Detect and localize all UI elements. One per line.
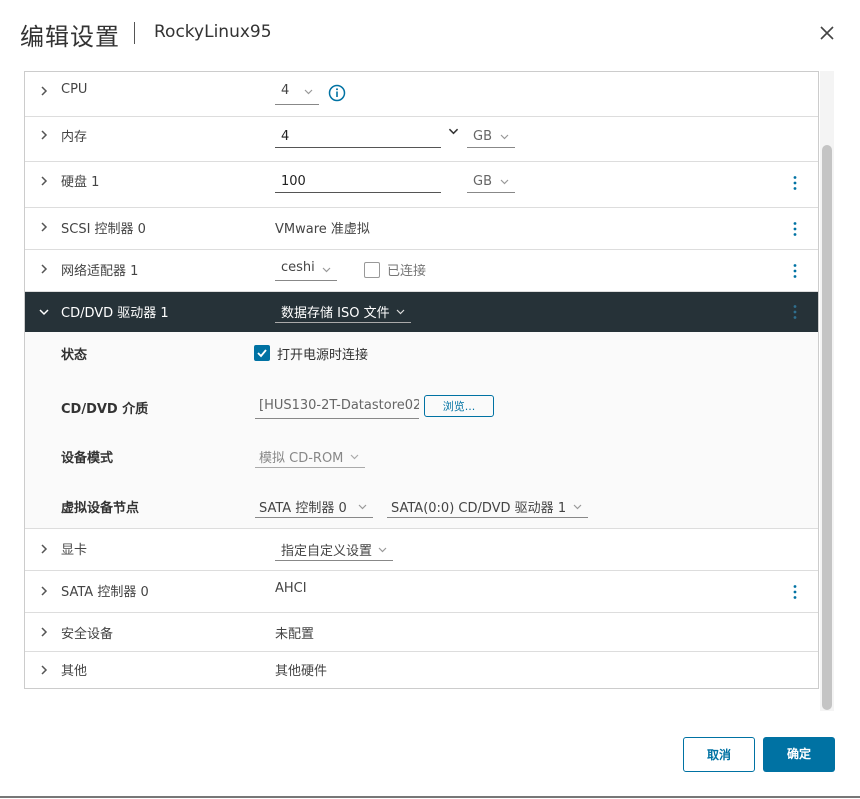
- scsi-label: SCSI 控制器 0: [61, 222, 146, 237]
- title-divider: [134, 22, 135, 44]
- vm-name: RockyLinux95: [154, 22, 272, 42]
- cdrom-row[interactable]: CD/DVD 驱动器 1 数据存储 ISO 文件: [25, 292, 818, 332]
- chevron-down-icon: [304, 89, 313, 95]
- dialog-title: 编辑设置: [20, 23, 120, 51]
- security-devices-value: 未配置: [275, 627, 315, 642]
- chevron-down-icon: [500, 134, 509, 140]
- network-adapter-label: 网络适配器 1: [61, 264, 139, 279]
- scsi-row: SCSI 控制器 0 VMware 准虚拟: [25, 207, 818, 250]
- browse-button[interactable]: 浏览...: [424, 395, 494, 417]
- chevron-right-icon[interactable]: [39, 222, 49, 232]
- cpu-row: CPU 4: [25, 72, 818, 117]
- chevron-down-icon[interactable]: [448, 128, 459, 135]
- power-on-connect-label: 打开电源时连接: [277, 348, 369, 363]
- info-icon[interactable]: [328, 84, 346, 102]
- memory-input[interactable]: 4: [275, 125, 441, 148]
- more-actions-icon[interactable]: [791, 304, 799, 320]
- more-actions-icon[interactable]: [791, 175, 799, 191]
- chevron-right-icon[interactable]: [39, 544, 49, 554]
- scsi-value: VMware 准虚拟: [275, 222, 370, 237]
- disk-label: 硬盘 1: [61, 175, 100, 190]
- ok-button[interactable]: 确定: [763, 737, 835, 772]
- chevron-right-icon[interactable]: [39, 86, 49, 96]
- chevron-down-icon: [358, 504, 367, 510]
- security-devices-label: 安全设备: [61, 627, 114, 642]
- more-actions-icon[interactable]: [791, 584, 799, 600]
- video-card-row: 显卡 指定自定义设置: [25, 529, 818, 571]
- edit-settings-dialog: 编辑设置 RockyLinux95 CPU 4 内存 4 GB 硬盘 1 100…: [0, 0, 860, 798]
- cancel-button[interactable]: 取消: [683, 737, 755, 772]
- disk-row: 硬盘 1 100 GB: [25, 161, 818, 208]
- memory-row: 内存 4 GB: [25, 116, 818, 162]
- chevron-down-icon: [350, 454, 359, 460]
- disk-unit-select[interactable]: GB: [467, 170, 515, 193]
- chevron-right-icon[interactable]: [39, 130, 49, 140]
- more-actions-icon[interactable]: [791, 221, 799, 237]
- connected-checkbox[interactable]: [364, 262, 380, 278]
- node-controller-select[interactable]: SATA 控制器 0: [255, 493, 373, 518]
- connected-label: 已连接: [387, 264, 427, 279]
- device-mode-label: 设备模式: [61, 451, 114, 466]
- memory-label: 内存: [61, 130, 88, 145]
- media-path-field[interactable]: [HUS130-2T-Datastore02: [255, 396, 419, 419]
- power-on-connect-checkbox[interactable]: [254, 345, 270, 361]
- chevron-down-icon: [573, 504, 582, 510]
- sata-controller-label: SATA 控制器 0: [61, 585, 149, 600]
- network-select[interactable]: ceshi: [275, 257, 337, 281]
- sata-controller-row: SATA 控制器 0 AHCI: [25, 571, 818, 613]
- chevron-down-icon: [378, 547, 387, 553]
- cdrom-label: CD/DVD 驱动器 1: [61, 306, 169, 321]
- scrollbar-thumb[interactable]: [822, 145, 832, 710]
- network-adapter-row: 网络适配器 1 ceshi 已连接: [25, 249, 818, 292]
- more-actions-icon[interactable]: [791, 263, 799, 279]
- security-devices-row: 安全设备 未配置: [25, 613, 818, 652]
- chevron-right-icon[interactable]: [39, 586, 49, 596]
- chevron-right-icon[interactable]: [39, 176, 49, 186]
- other-label: 其他: [61, 664, 88, 679]
- chevron-down-icon: [500, 179, 509, 185]
- checkmark-icon: [257, 349, 267, 358]
- close-icon[interactable]: [816, 22, 838, 44]
- sata-controller-value: AHCI: [275, 581, 307, 596]
- disk-size-input[interactable]: 100: [275, 170, 441, 193]
- chevron-right-icon[interactable]: [39, 627, 49, 637]
- chevron-right-icon[interactable]: [39, 665, 49, 675]
- media-label: CD/DVD 介质: [61, 402, 149, 417]
- cpu-select[interactable]: 4: [275, 82, 319, 105]
- hardware-panel: CPU 4 内存 4 GB 硬盘 1 100 GB SCSI 控制器 0 VMw…: [24, 71, 819, 689]
- chevron-down-icon: [322, 267, 331, 273]
- node-slot-select[interactable]: SATA(0:0) CD/DVD 驱动器 1: [387, 493, 588, 518]
- device-mode-select[interactable]: 模拟 CD-ROM: [255, 444, 365, 468]
- memory-unit-select[interactable]: GB: [467, 125, 515, 148]
- virtual-node-label: 虚拟设备节点: [61, 501, 140, 516]
- cdrom-source-select[interactable]: 数据存储 ISO 文件: [275, 299, 411, 323]
- chevron-right-icon[interactable]: [39, 264, 49, 274]
- video-card-label: 显卡: [61, 543, 88, 558]
- chevron-down-icon: [396, 309, 405, 315]
- video-card-select[interactable]: 指定自定义设置: [275, 537, 393, 561]
- other-row: 其他 其他硬件: [25, 652, 818, 688]
- other-value: 其他硬件: [275, 664, 328, 679]
- status-label: 状态: [61, 348, 88, 363]
- cpu-label: CPU: [61, 82, 88, 97]
- chevron-down-icon[interactable]: [39, 307, 49, 317]
- cdrom-details: 状态 打开电源时连接 CD/DVD 介质 [HUS130-2T-Datastor…: [25, 332, 818, 529]
